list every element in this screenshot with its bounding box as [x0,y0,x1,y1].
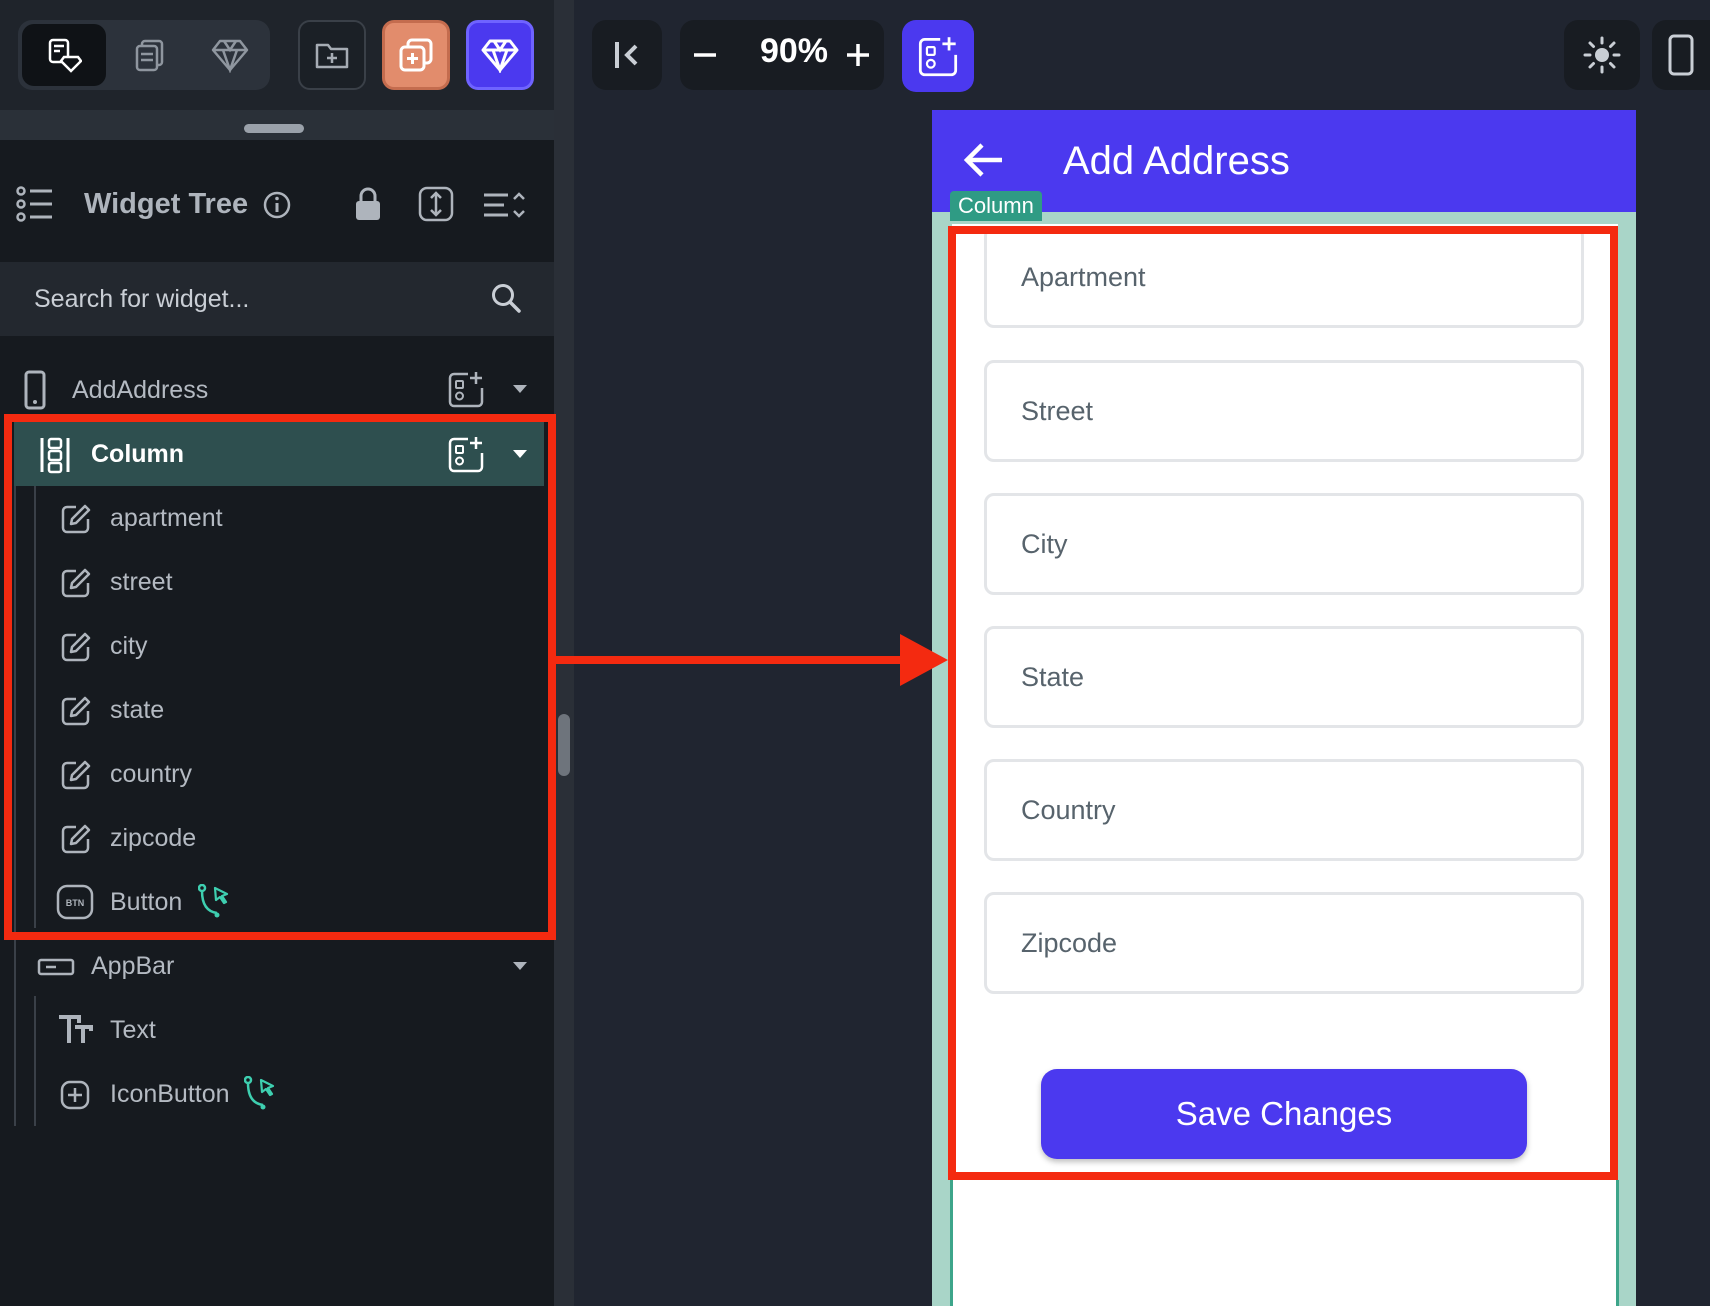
plus-icon [847,44,869,66]
add-folder-button[interactable] [298,20,366,90]
highlight-box-preview [948,226,1618,1180]
column-border [950,1180,953,1306]
zoom-level: 90% [759,32,829,70]
add-widget-icon [918,37,958,77]
expand-collapse-icon[interactable] [418,186,454,222]
highlight-box-tree [4,414,556,940]
dropdown-caret-icon[interactable] [512,384,528,394]
gem-tab-button[interactable] [194,24,266,86]
folder-add-icon [315,43,349,69]
widget-palette-icon [48,38,82,73]
widget-tree-title: Widget Tree [84,188,249,220]
column-tag: Column [950,191,1042,221]
search-icon[interactable] [490,282,522,314]
tree-item-addaddress[interactable]: AddAddress [0,358,554,422]
page-stack-icon [135,39,164,72]
plus-box-icon [60,1080,90,1110]
add-widget-button[interactable] [902,20,974,92]
widget-palette-button[interactable] [22,24,106,86]
minus-icon [694,53,716,57]
back-arrow-icon[interactable] [962,140,1006,180]
gem-icon [211,39,249,73]
tree-item-iconbutton[interactable]: IconButton [0,1062,554,1126]
panel-resize-handle[interactable] [244,124,304,133]
copy-add-icon [399,38,433,72]
page-stack-button[interactable] [114,24,186,86]
tree-item-appbar[interactable]: AppBar [0,934,554,998]
collapse-panel-button[interactable] [592,20,662,90]
tree-item-label: AppBar [91,951,175,980]
info-icon[interactable] [262,190,292,220]
gem-active-button[interactable] [466,20,534,90]
theme-toggle-button[interactable] [1564,20,1640,90]
column-overlay [1618,212,1636,1306]
sun-icon [1583,36,1621,74]
phone-icon [24,370,46,410]
collapse-left-icon [615,42,638,68]
phone-icon [1668,34,1694,76]
tree-list-icon [16,186,54,222]
lock-icon[interactable] [354,186,382,222]
tree-item-text[interactable]: Text [0,998,554,1062]
tree-item-label: IconButton [110,1079,230,1108]
column-border [1616,1180,1619,1306]
annotation-arrow [550,634,948,686]
dropdown-caret-icon[interactable] [512,961,528,971]
gem-icon [481,39,519,73]
widget-search-input[interactable] [34,280,454,318]
device-toggle-button[interactable] [1652,20,1710,90]
sort-options-icon[interactable] [482,190,526,220]
scrollbar-thumb[interactable] [558,714,570,776]
action-flow-icon [244,1076,276,1110]
add-child-widget-icon[interactable] [448,370,484,408]
duplicate-button[interactable] [382,20,450,90]
tree-item-label: Text [110,1015,156,1044]
zoom-in-button[interactable] [843,40,873,70]
zoom-out-button[interactable] [690,42,720,68]
text-icon [57,1014,93,1046]
appbar-title: Add Address [1063,139,1290,183]
appbar-icon [37,958,75,976]
tree-item-label: AddAddress [72,375,209,404]
